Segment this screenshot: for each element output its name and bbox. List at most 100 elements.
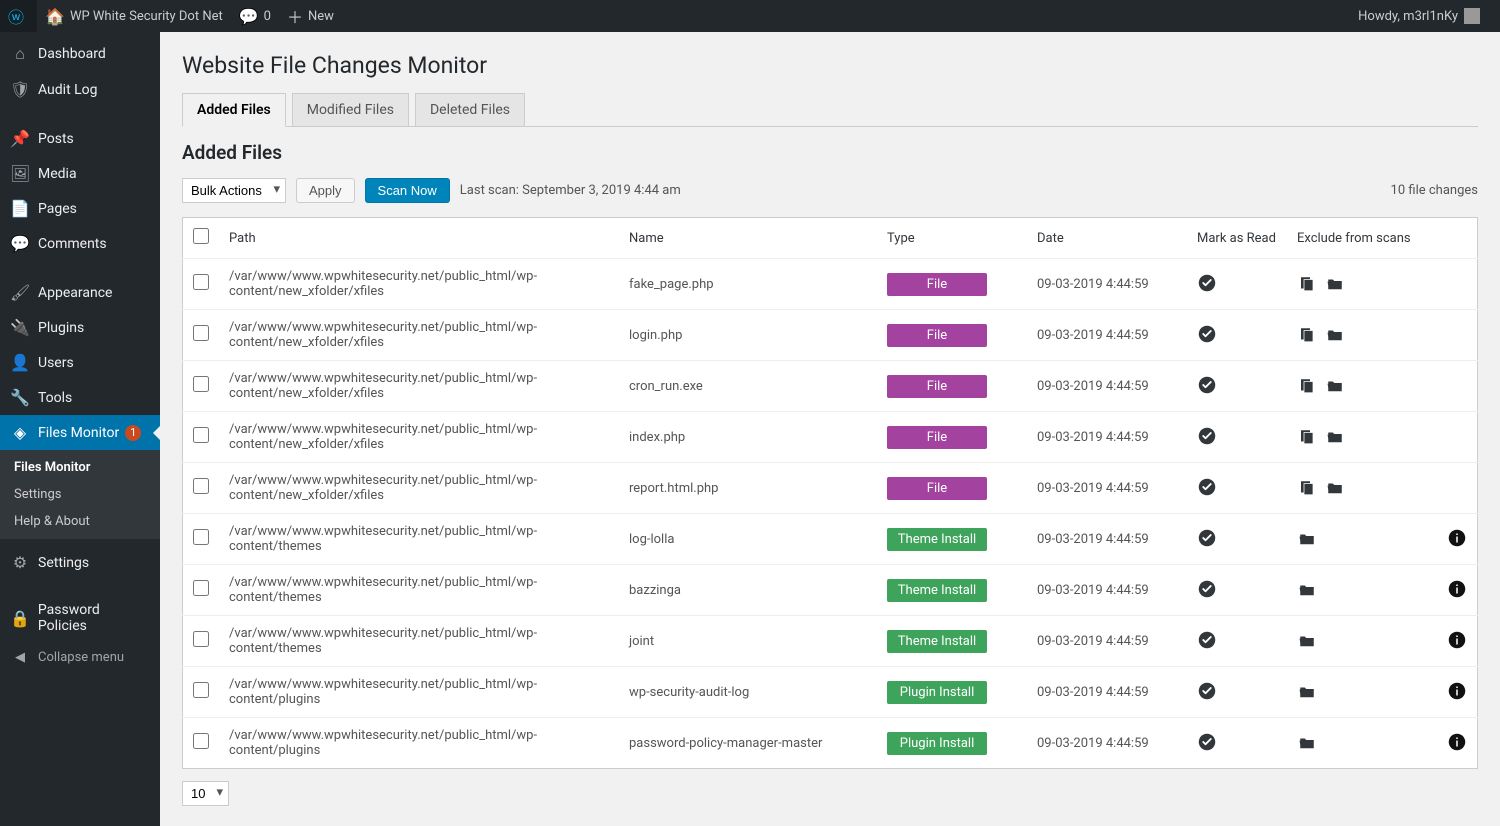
menu-label: Posts	[38, 131, 74, 147]
scan-now-button[interactable]: Scan Now	[365, 178, 450, 203]
mark-read-icon[interactable]	[1197, 732, 1217, 752]
mark-read-icon[interactable]	[1197, 375, 1217, 395]
exclude-folder-icon[interactable]	[1297, 682, 1317, 702]
info-icon[interactable]	[1447, 528, 1467, 548]
type-pill: File	[887, 477, 987, 500]
exclude-folder-icon[interactable]	[1325, 376, 1345, 396]
menu-item-posts[interactable]: 📌Posts	[0, 121, 160, 156]
row-checkbox[interactable]	[193, 529, 209, 545]
mark-read-icon[interactable]	[1197, 477, 1217, 497]
mark-read-icon[interactable]	[1197, 426, 1217, 446]
row-checkbox[interactable]	[193, 682, 209, 698]
avatar-icon	[1464, 8, 1480, 24]
menu-item-plugins[interactable]: 🔌Plugins	[0, 310, 160, 345]
tab-added-files[interactable]: Added Files	[182, 93, 286, 127]
collapse-label: Collapse menu	[38, 650, 124, 665]
table-row: /var/www/www.wpwhitesecurity.net/public_…	[183, 514, 1478, 565]
col-name[interactable]: Name	[619, 218, 877, 259]
mark-read-icon[interactable]	[1197, 630, 1217, 650]
exclude-folder-icon[interactable]	[1325, 478, 1345, 498]
exclude-folder-icon[interactable]	[1325, 427, 1345, 447]
per-page-select[interactable]: 10	[182, 781, 229, 806]
tab-modified-files[interactable]: Modified Files	[292, 93, 409, 126]
collapse-menu[interactable]: ◀ Collapse menu	[0, 642, 160, 673]
menu-item-media[interactable]: 🖼Media	[0, 156, 160, 191]
submenu-item-help-&-about[interactable]: Help & About	[0, 508, 160, 535]
info-icon[interactable]	[1447, 630, 1467, 650]
menu-item-appearance[interactable]: 🖌Appearance	[0, 275, 160, 310]
menu-item-comments[interactable]: 💬Comments	[0, 226, 160, 261]
menu-item-password-policies[interactable]: 🔒Password Policies	[0, 594, 160, 642]
row-name: fake_page.php	[629, 277, 714, 292]
bulk-actions-select[interactable]: Bulk Actions	[182, 178, 286, 203]
info-icon[interactable]	[1447, 681, 1467, 701]
exclude-folder-icon[interactable]	[1325, 274, 1345, 294]
menu-label: Users	[38, 355, 74, 371]
comments-link[interactable]: 💬0	[231, 0, 279, 32]
row-date: 09-03-2019 4:44:59	[1037, 532, 1149, 547]
menu-item-tools[interactable]: 🔧Tools	[0, 380, 160, 415]
tab-deleted-files[interactable]: Deleted Files	[415, 93, 525, 126]
brush-icon: 🖌	[10, 283, 30, 302]
exclude-folder-icon[interactable]	[1297, 580, 1317, 600]
row-path: /var/www/www.wpwhitesecurity.net/public_…	[229, 269, 537, 299]
new-link[interactable]: ＋New	[279, 0, 342, 32]
exclude-folder-icon[interactable]	[1325, 325, 1345, 345]
exclude-file-icon[interactable]	[1297, 478, 1317, 498]
col-path[interactable]: Path	[219, 218, 619, 259]
row-checkbox[interactable]	[193, 325, 209, 341]
menu-item-audit-log[interactable]: 🛡Audit Log	[0, 72, 160, 107]
menu-item-files-monitor[interactable]: ◈Files Monitor1	[0, 415, 160, 450]
menu-item-dashboard[interactable]: ⌂Dashboard	[0, 36, 160, 72]
mark-read-icon[interactable]	[1197, 579, 1217, 599]
main-content: Website File Changes Monitor Added Files…	[160, 32, 1500, 826]
diamond-icon: ◈	[10, 423, 30, 442]
mark-read-icon[interactable]	[1197, 528, 1217, 548]
submenu-item-files-monitor[interactable]: Files Monitor	[0, 454, 160, 481]
select-all-checkbox[interactable]	[193, 228, 209, 244]
menu-item-settings[interactable]: ⚙Settings	[0, 545, 160, 580]
mark-read-icon[interactable]	[1197, 273, 1217, 293]
col-exclude[interactable]: Exclude from scans	[1287, 218, 1437, 259]
account-link[interactable]: Howdy, m3rl1nKy	[1350, 0, 1488, 32]
exclude-file-icon[interactable]	[1297, 376, 1317, 396]
menu-label: Settings	[38, 555, 89, 571]
info-icon[interactable]	[1447, 732, 1467, 752]
type-pill: Theme Install	[887, 630, 987, 653]
wordpress-icon: ⓦ	[8, 4, 24, 28]
row-checkbox[interactable]	[193, 376, 209, 392]
exclude-file-icon[interactable]	[1297, 325, 1317, 345]
row-checkbox[interactable]	[193, 631, 209, 647]
exclude-file-icon[interactable]	[1297, 274, 1317, 294]
row-checkbox[interactable]	[193, 427, 209, 443]
exclude-file-icon[interactable]	[1297, 427, 1317, 447]
col-mark[interactable]: Mark as Read	[1187, 218, 1287, 259]
menu-label: Audit Log	[38, 82, 98, 98]
col-type[interactable]: Type	[877, 218, 1027, 259]
row-checkbox[interactable]	[193, 274, 209, 290]
site-link[interactable]: 🏠WP White Security Dot Net	[37, 0, 231, 32]
apply-button[interactable]: Apply	[296, 178, 355, 203]
row-checkbox[interactable]	[193, 580, 209, 596]
user-icon: 👤	[10, 353, 30, 372]
row-date: 09-03-2019 4:44:59	[1037, 685, 1149, 700]
wp-logo[interactable]: ⓦ	[0, 0, 37, 32]
row-checkbox[interactable]	[193, 478, 209, 494]
submenu-item-settings[interactable]: Settings	[0, 481, 160, 508]
exclude-folder-icon[interactable]	[1297, 733, 1317, 753]
exclude-folder-icon[interactable]	[1297, 631, 1317, 651]
mark-read-icon[interactable]	[1197, 681, 1217, 701]
mark-read-icon[interactable]	[1197, 324, 1217, 344]
collapse-icon: ◀	[10, 650, 30, 665]
plus-icon: ＋	[287, 4, 303, 28]
info-icon[interactable]	[1447, 579, 1467, 599]
row-date: 09-03-2019 4:44:59	[1037, 430, 1149, 445]
row-checkbox[interactable]	[193, 733, 209, 749]
menu-item-pages[interactable]: 📄Pages	[0, 191, 160, 226]
exclude-folder-icon[interactable]	[1297, 529, 1317, 549]
col-date[interactable]: Date	[1027, 218, 1187, 259]
row-path: /var/www/www.wpwhitesecurity.net/public_…	[229, 422, 537, 452]
row-path: /var/www/www.wpwhitesecurity.net/public_…	[229, 524, 537, 554]
menu-item-users[interactable]: 👤 Users	[0, 345, 160, 380]
admin-bar: ⓦ 🏠WP White Security Dot Net 💬0 ＋New How…	[0, 0, 1500, 32]
